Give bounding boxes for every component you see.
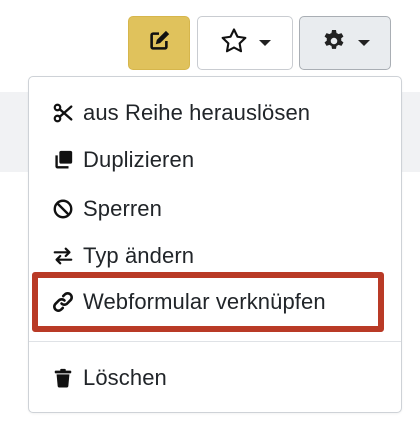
settings-dropdown-menu: aus Reihe herauslösen Duplizieren Sperre… <box>28 76 402 413</box>
menu-item-delete[interactable]: Löschen <box>51 360 389 396</box>
menu-item-duplicate[interactable]: Duplizieren <box>51 142 389 178</box>
menu-item-detach-from-series[interactable]: aus Reihe herauslösen <box>51 95 389 131</box>
chevron-down-icon <box>358 40 370 46</box>
favorite-dropdown-button[interactable] <box>197 16 293 70</box>
copy-icon <box>51 148 75 172</box>
settings-dropdown-button[interactable] <box>299 16 391 70</box>
menu-item-label: Duplizieren <box>83 147 195 172</box>
chevron-down-icon <box>259 40 271 46</box>
menu-item-lock[interactable]: Sperren <box>51 191 389 227</box>
trash-icon <box>51 366 75 390</box>
edit-button[interactable] <box>128 16 190 70</box>
menu-item-label: Sperren <box>83 196 162 221</box>
scissors-icon <box>51 101 75 125</box>
menu-item-label: aus Reihe herauslösen <box>83 100 311 125</box>
menu-divider <box>29 341 401 342</box>
swap-arrows-icon <box>51 244 75 268</box>
gear-icon <box>320 27 348 60</box>
menu-item-link-webform[interactable]: Webformular verknüpfen <box>51 284 389 320</box>
ban-icon <box>51 197 75 221</box>
link-icon <box>51 290 75 314</box>
menu-item-label: Webformular verknüpfen <box>83 289 326 314</box>
pencil-square-icon <box>146 28 172 59</box>
star-outline-icon <box>219 26 249 61</box>
menu-item-change-type[interactable]: Typ ändern <box>51 238 389 274</box>
menu-item-label: Löschen <box>83 365 167 390</box>
toolbar <box>0 16 420 72</box>
menu-item-label: Typ ändern <box>83 243 195 268</box>
